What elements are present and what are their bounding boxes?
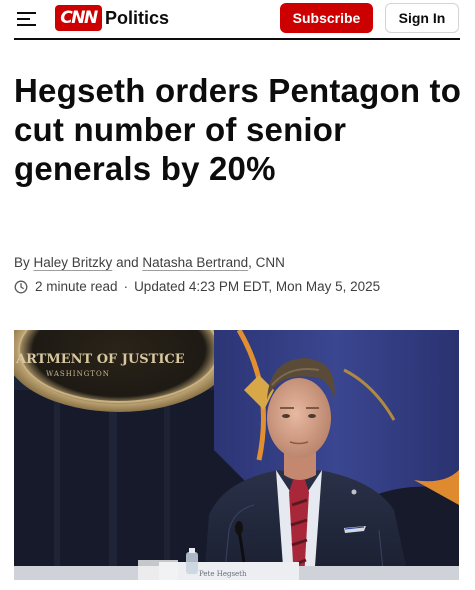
meta-separator: ·	[123, 279, 129, 294]
read-time: 2 minute read	[35, 279, 118, 294]
updated-timestamp: Updated 4:23 PM EDT, Mon May 5, 2025	[134, 279, 381, 294]
article-meta: 2 minute read · Updated 4:23 PM EDT, Mon…	[14, 279, 380, 294]
seal-subtext: WASHINGTON	[46, 370, 110, 378]
author-link-natasha-bertrand[interactable]: Natasha Bertrand	[142, 255, 248, 270]
article-byline: By Haley Britzky and Natasha Bertrand, C…	[14, 255, 285, 270]
hero-photo: ARTMENT OF JUSTICE WASHINGTON Pete Hegse…	[14, 330, 459, 580]
cnn-politics-logo[interactable]: CNN Politics	[55, 5, 169, 31]
article-headline: Hegseth orders Pentagon to cut number of…	[14, 72, 462, 187]
sign-in-button[interactable]: Sign In	[385, 3, 459, 33]
nameplate-text: Pete Hegseth	[199, 570, 247, 578]
seal-text: ARTMENT OF JUSTICE	[15, 352, 185, 367]
article-hero-image[interactable]: ARTMENT OF JUSTICE WASHINGTON Pete Hegse…	[14, 330, 459, 580]
logo-text: CNN	[60, 8, 98, 28]
byline-outlet: , CNN	[248, 255, 285, 270]
header-divider	[14, 38, 460, 40]
site-header: CNN Politics Subscribe Sign In	[0, 0, 475, 40]
byline-prefix: By	[14, 255, 30, 270]
section-name: Politics	[105, 7, 170, 28]
cnn-logo-icon: CNN	[55, 5, 102, 31]
clock-icon	[14, 280, 28, 293]
author-link-haley-britzky[interactable]: Haley Britzky	[34, 255, 113, 270]
subscribe-button[interactable]: Subscribe	[280, 3, 373, 33]
hamburger-menu-icon[interactable]	[17, 11, 36, 27]
byline-conjunction: and	[116, 255, 139, 270]
